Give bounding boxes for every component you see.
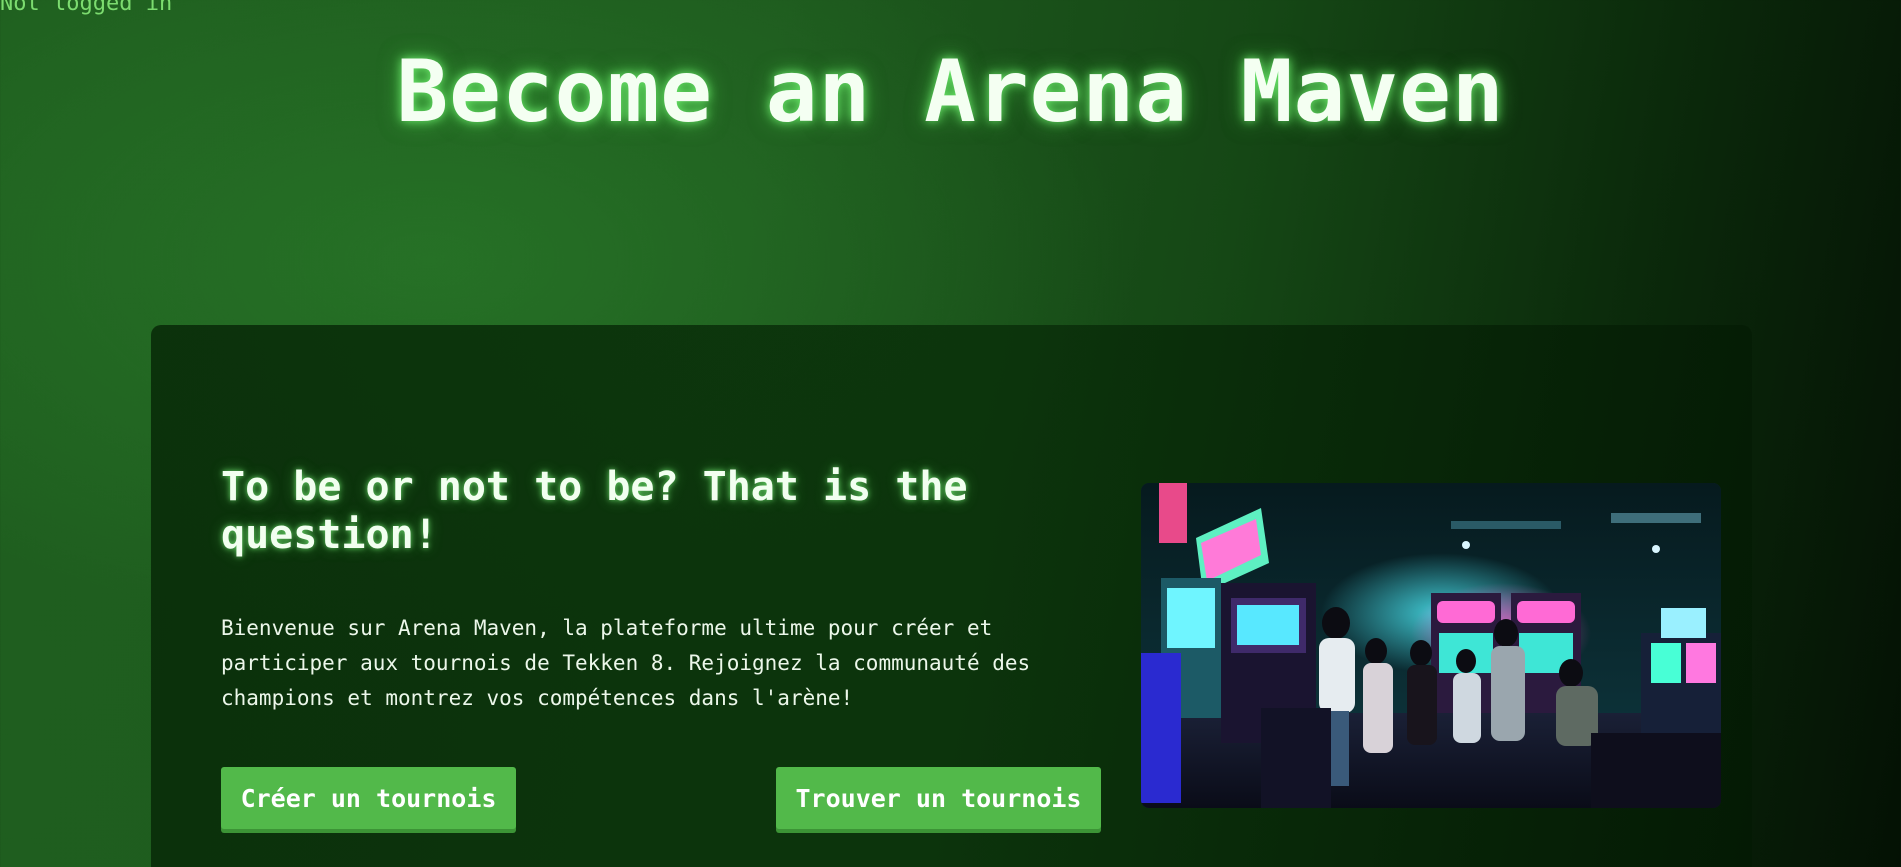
find-tournament-button[interactable]: Trouver un tournois [776,767,1101,829]
login-status: Not logged in [0,0,173,16]
arcade-photo [1141,483,1721,808]
hero-heading: To be or not to be? That is the question… [221,464,968,558]
hero-description: Bienvenue sur Arena Maven, la plateforme… [221,616,1031,710]
hero-card: To be or not to be? That is the question… [151,325,1752,867]
create-tournament-button[interactable]: Créer un tournois [221,767,516,829]
page-title: Become an Arena Maven [396,42,1505,142]
